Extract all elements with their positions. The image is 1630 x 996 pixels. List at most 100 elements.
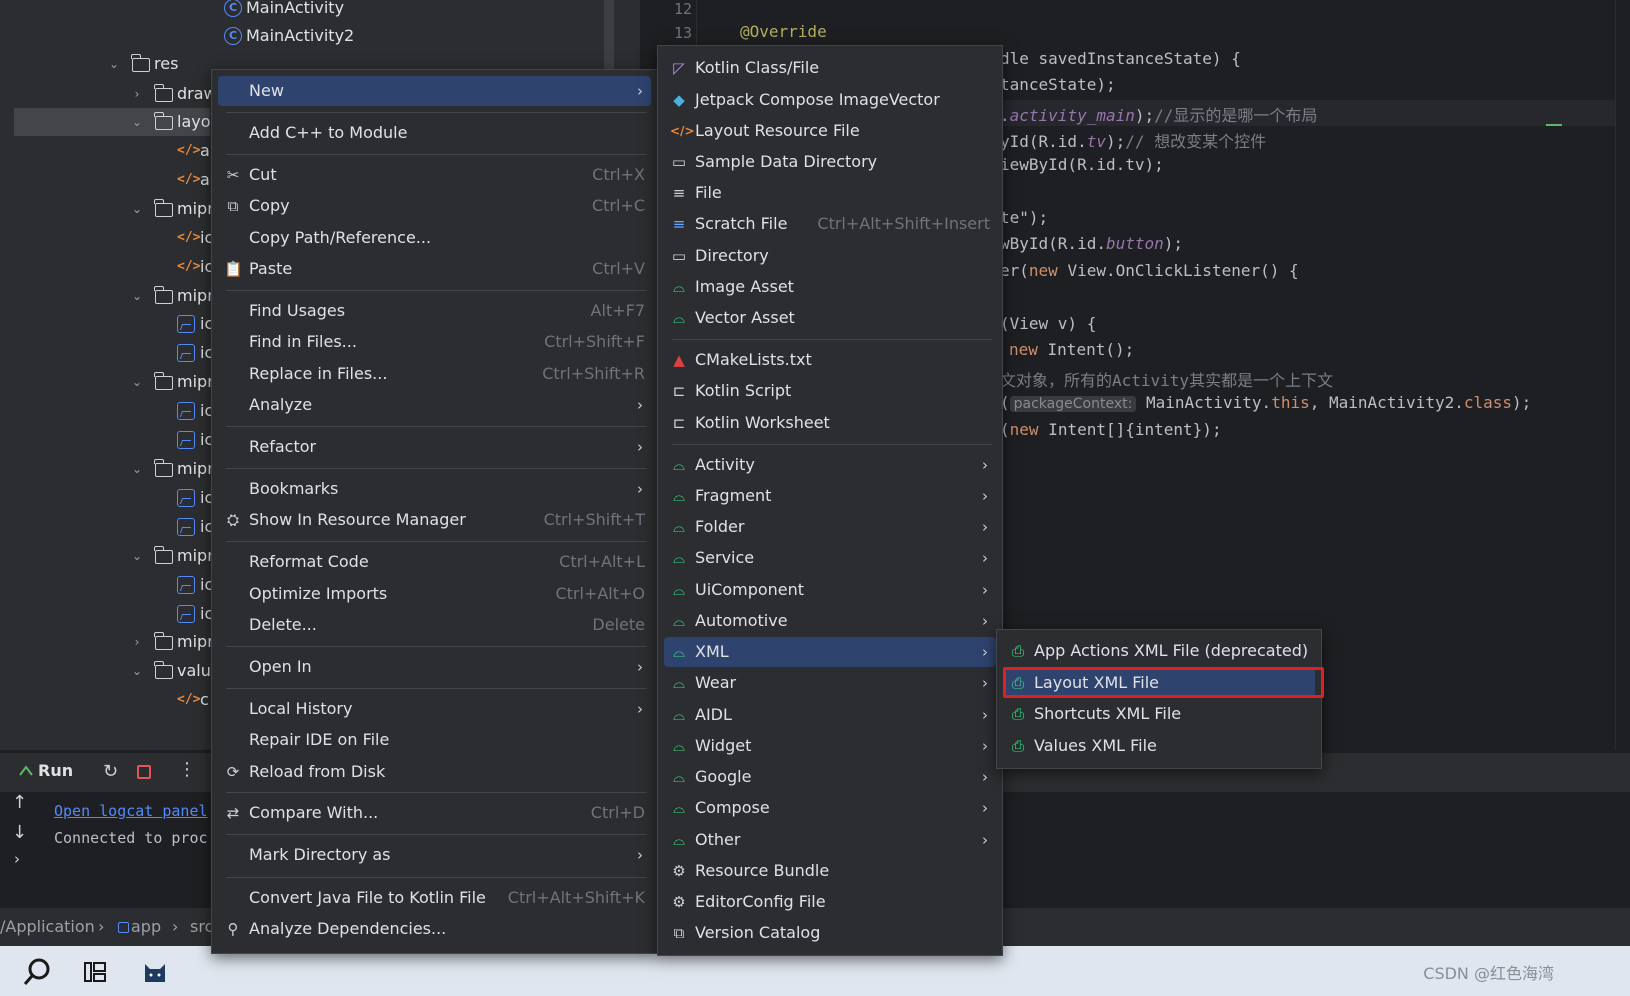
menu-item-uicomponent[interactable]: ⌓ UiComponent › <box>664 575 996 605</box>
menu-item-resource-bundle[interactable]: ⚙ Resource Bundle <box>664 856 996 886</box>
tree-item[interactable]: C MainActivity2 <box>0 22 600 50</box>
more-options-icon[interactable]: ⋮ <box>178 759 196 780</box>
menu-item-layout-resource-file[interactable]: </> Layout Resource File <box>664 116 996 146</box>
breadcrumb-src[interactable]: src <box>190 917 213 936</box>
menu-item-jetpack-compose-imagevector[interactable]: ◆ Jetpack Compose ImageVector <box>664 85 996 115</box>
menu-item-sample-data-directory[interactable]: ▭ Sample Data Directory <box>664 147 996 177</box>
open-logcat-link[interactable]: Open logcat panel <box>54 802 208 820</box>
menu-item-show-in-resource-manager[interactable]: ⛭ Show In Resource Manager Ctrl+Shift+T <box>218 505 651 535</box>
menu-item-values-xml-file[interactable]: ⎙ Values XML File <box>1003 731 1315 761</box>
chevron-down-icon[interactable]: ⌄ <box>131 195 143 223</box>
menu-item-label: Open In <box>249 657 312 676</box>
menu-item-compose[interactable]: ⌓ Compose › <box>664 793 996 823</box>
chevron-down-icon[interactable]: ⌄ <box>131 542 143 570</box>
chevron-down-icon[interactable]: ⌄ <box>108 50 120 78</box>
menu-item-cmakelists-txt[interactable]: ▲ CMakeLists.txt <box>664 345 996 375</box>
chevron-right-icon: › <box>982 831 988 849</box>
menu-item-label: Vector Asset <box>695 308 795 327</box>
chevron-right-icon: › <box>637 846 643 864</box>
chevron-down-icon[interactable]: ⌄ <box>131 108 143 136</box>
app-cat-icon[interactable] <box>142 958 168 984</box>
menu-item-other[interactable]: ⌓ Other › <box>664 825 996 855</box>
menu-item-widget[interactable]: ⌓ Widget › <box>664 731 996 761</box>
search-icon[interactable] <box>22 956 54 988</box>
menu-item-kotlin-script[interactable]: ⊏ Kotlin Script <box>664 376 996 406</box>
menu-item-add-c-to-module[interactable]: Add C++ to Module <box>218 118 651 148</box>
menu-item-image-asset[interactable]: ⌓ Image Asset <box>664 272 996 302</box>
menu-item-local-history[interactable]: Local History › <box>218 694 651 724</box>
menu-item-file[interactable]: ≡ File <box>664 178 996 208</box>
menu-item-kotlin-worksheet[interactable]: ⊏ Kotlin Worksheet <box>664 408 996 438</box>
scroll-up-icon[interactable]: ↑ <box>12 792 27 813</box>
chevron-right-icon[interactable]: › <box>131 628 143 656</box>
breadcrumb-module[interactable]: app <box>131 917 161 936</box>
menu-item-optimize-imports[interactable]: Optimize Imports Ctrl+Alt+O <box>218 579 651 609</box>
code-token: wById(R.id. <box>1000 234 1106 253</box>
menu-item-copy[interactable]: ⧉ Copy Ctrl+C <box>218 191 651 221</box>
menu-item-xml[interactable]: ⌓ XML › <box>664 637 996 667</box>
menu-item-app-actions-xml-file-deprecated[interactable]: ⎙ App Actions XML File (deprecated) <box>1003 636 1315 666</box>
chevron-right-icon: › <box>637 700 643 718</box>
expand-icon[interactable]: › <box>14 850 20 868</box>
android-icon: ⌓ <box>673 456 685 474</box>
menu-item-refactor[interactable]: Refactor › <box>218 432 651 462</box>
menu-item-delete[interactable]: Delete... Delete <box>218 610 651 640</box>
tree-item[interactable]: C MainActivity <box>0 0 600 22</box>
chevron-down-icon[interactable]: ⌄ <box>131 657 143 685</box>
code-token: //显示的是哪一个布局 <box>1154 106 1318 125</box>
menu-item-cut[interactable]: ✂ Cut Ctrl+X <box>218 160 651 190</box>
menu-item-bookmarks[interactable]: Bookmarks › <box>218 474 651 504</box>
menu-item-compare-with[interactable]: ⇄ Compare With... Ctrl+D <box>218 798 651 828</box>
menu-item-folder[interactable]: ⌓ Folder › <box>664 512 996 542</box>
tree-item-label: mipr <box>177 199 214 218</box>
breadcrumb-project[interactable]: /Application <box>0 917 95 936</box>
menu-item-activity[interactable]: ⌓ Activity › <box>664 450 996 480</box>
chevron-down-icon[interactable]: ⌄ <box>131 455 143 483</box>
menu-item-editorconfig-file[interactable]: ⚙ EditorConfig File <box>664 887 996 917</box>
tree-item[interactable]: ⌄ layo <box>14 108 211 136</box>
menu-item-reload-from-disk[interactable]: ⟳ Reload from Disk <box>218 757 651 787</box>
task-view-icon[interactable] <box>83 960 107 984</box>
menu-item-automotive[interactable]: ⌓ Automotive › <box>664 606 996 636</box>
menu-item-analyze-dependencies[interactable]: ⚲ Analyze Dependencies... <box>218 914 651 944</box>
menu-item-shortcuts-xml-file[interactable]: ⎙ Shortcuts XML File <box>1003 699 1315 729</box>
chevron-down-icon[interactable]: ⌄ <box>131 282 143 310</box>
run-tab-label[interactable]: Run <box>38 761 73 780</box>
menu-item-analyze[interactable]: Analyze › <box>218 390 651 420</box>
code-token: yId(R.id. <box>1000 132 1087 151</box>
menu-item-reformat-code[interactable]: Reformat Code Ctrl+Alt+L <box>218 547 651 577</box>
menu-item-replace-in-files[interactable]: Replace in Files... Ctrl+Shift+R <box>218 359 651 389</box>
menu-item-wear[interactable]: ⌓ Wear › <box>664 668 996 698</box>
stop-icon[interactable] <box>137 765 151 779</box>
menu-item-open-in[interactable]: Open In › <box>218 652 651 682</box>
menu-item-vector-asset[interactable]: ⌓ Vector Asset <box>664 303 996 333</box>
menu-item-label: Show In Resource Manager <box>249 510 466 529</box>
menu-item-fragment[interactable]: ⌓ Fragment › <box>664 481 996 511</box>
rerun-icon[interactable]: ↻ <box>103 761 123 782</box>
kotlin-icon: ◸ <box>673 59 685 77</box>
chevron-right-icon: › <box>982 487 988 505</box>
chevron-right-icon: › <box>982 581 988 599</box>
menu-item-new[interactable]: New › <box>218 76 651 106</box>
menu-item-version-catalog[interactable]: ⧉ Version Catalog <box>664 918 996 948</box>
chevron-right-icon[interactable]: › <box>131 80 143 108</box>
menu-item-aidl[interactable]: ⌓ AIDL › <box>664 700 996 730</box>
menu-item-scratch-file[interactable]: ≡ Scratch File Ctrl+Alt+Shift+Insert <box>664 209 996 239</box>
tree-item-label: mipr <box>177 372 214 391</box>
menu-item-mark-directory-as[interactable]: Mark Directory as › <box>218 840 651 870</box>
menu-item-paste[interactable]: 📋 Paste Ctrl+V <box>218 254 651 284</box>
menu-item-google[interactable]: ⌓ Google › <box>664 762 996 792</box>
menu-item-kotlin-class-file[interactable]: ◸ Kotlin Class/File <box>664 53 996 83</box>
menu-item-find-usages[interactable]: Find Usages Alt+F7 <box>218 296 651 326</box>
android-icon: ⌓ <box>673 706 685 724</box>
menu-item-convert-java-file-to-kotlin-file[interactable]: Convert Java File to Kotlin File Ctrl+Alt… <box>218 883 651 913</box>
scroll-down-icon[interactable]: ↓ <box>12 822 27 843</box>
menu-item-copy-path-reference[interactable]: Copy Path/Reference... <box>218 223 651 253</box>
menu-item-directory[interactable]: ▭ Directory <box>664 241 996 271</box>
menu-item-label: Values XML File <box>1034 736 1157 755</box>
editor-scrollbar[interactable] <box>1615 0 1630 750</box>
menu-item-service[interactable]: ⌓ Service › <box>664 543 996 573</box>
menu-item-repair-ide-on-file[interactable]: Repair IDE on File <box>218 725 651 755</box>
chevron-down-icon[interactable]: ⌄ <box>131 368 143 396</box>
menu-item-find-in-files[interactable]: Find in Files... Ctrl+Shift+F <box>218 327 651 357</box>
